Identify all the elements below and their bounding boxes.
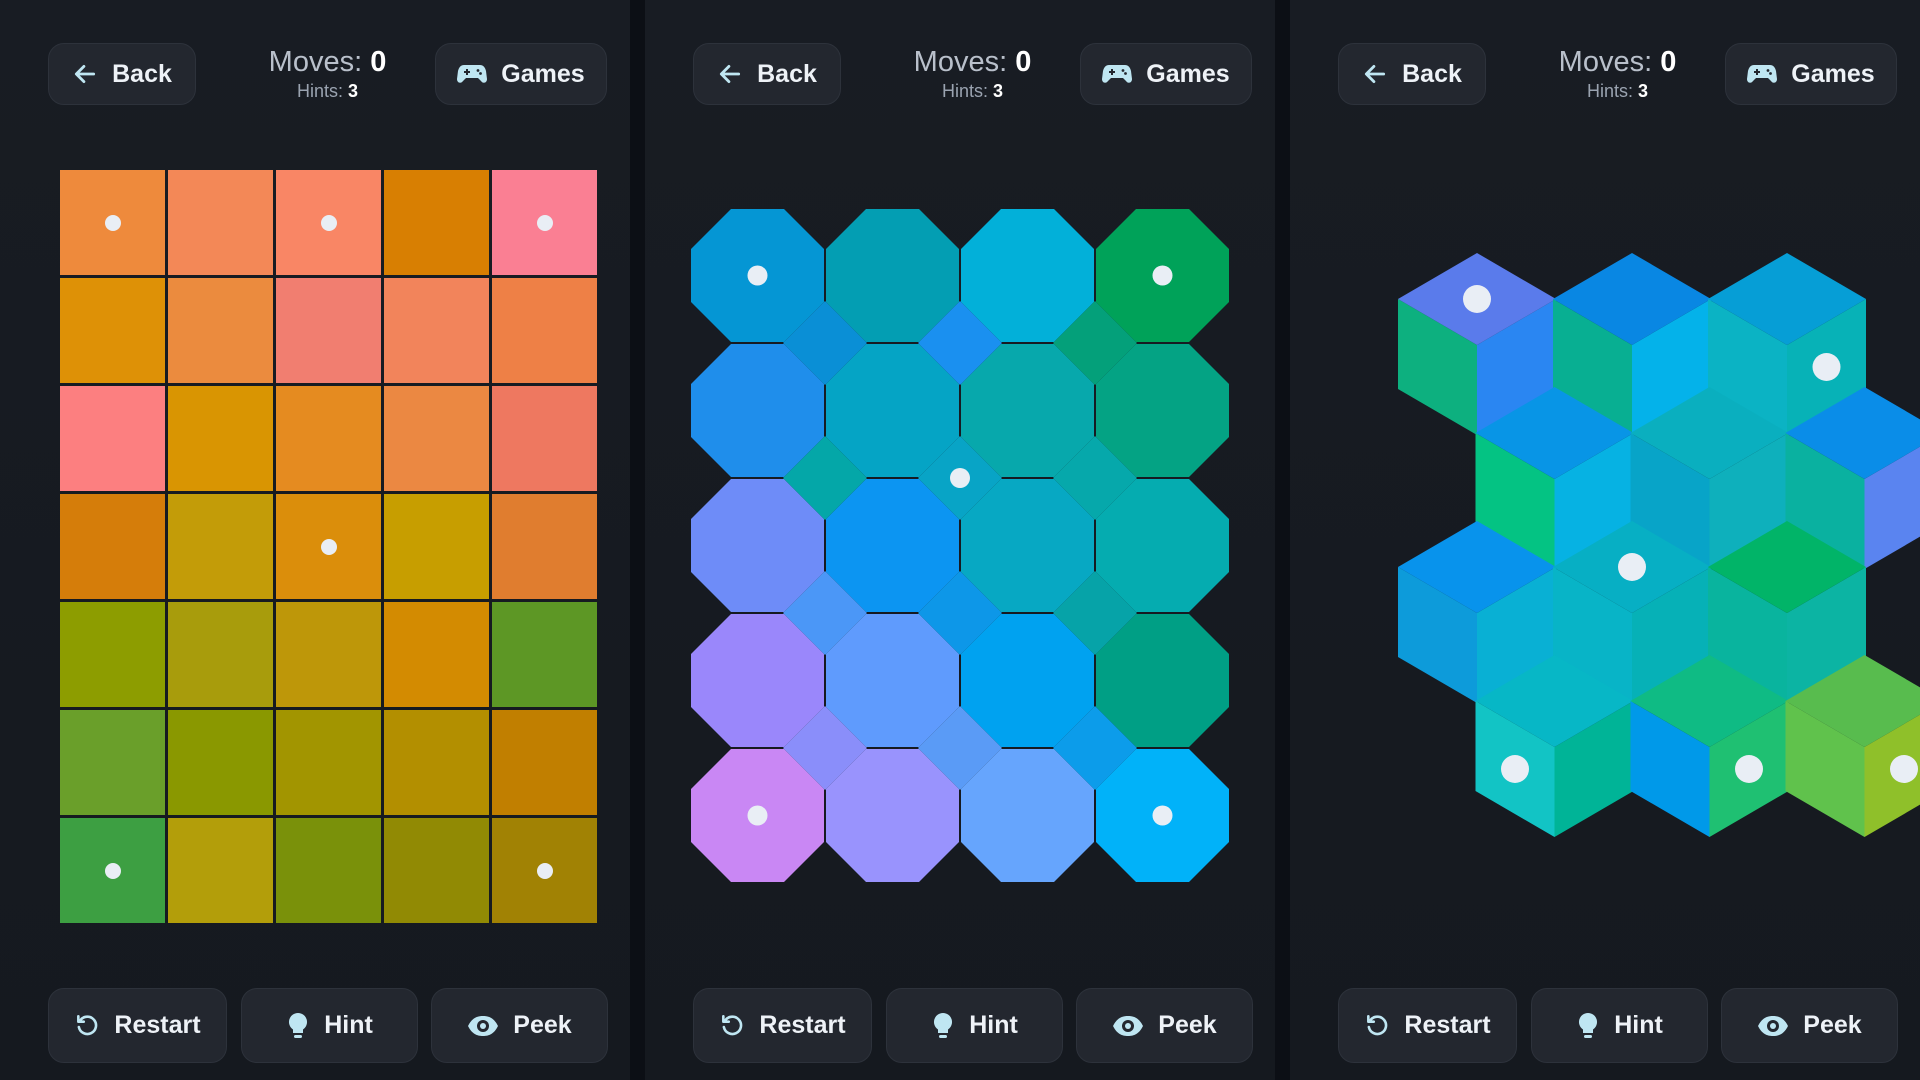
grid-tile[interactable]	[276, 818, 381, 923]
grid-tile[interactable]	[168, 386, 273, 491]
fixed-tile-dot	[1152, 805, 1173, 826]
fixed-tile-dot	[1152, 265, 1173, 286]
fixed-tile-dot	[1890, 755, 1918, 783]
grid-tile[interactable]	[60, 710, 165, 815]
hint-label: Hint	[969, 1011, 1018, 1039]
puzzle-board-octagon[interactable]	[645, 0, 1275, 980]
fixed-tile-dot	[1735, 755, 1763, 783]
fixed-tile-dot	[321, 215, 337, 231]
eye-icon	[468, 1015, 499, 1036]
grid-tile[interactable]	[492, 710, 597, 815]
fixed-tile-dot	[950, 468, 970, 488]
fixed-tile-dot	[747, 805, 768, 826]
fixed-tile-dot	[1463, 285, 1491, 313]
restart-label: Restart	[114, 1011, 201, 1039]
restart-label: Restart	[1404, 1011, 1491, 1039]
grid-tile[interactable]	[492, 278, 597, 383]
eye-icon	[1758, 1015, 1789, 1036]
grid-tile[interactable]	[276, 386, 381, 491]
restart-icon	[1367, 1014, 1388, 1035]
fixed-tile-dot	[537, 863, 553, 879]
lightbulb-icon	[934, 1012, 953, 1038]
peek-label: Peek	[513, 1011, 572, 1039]
grid-tile[interactable]	[60, 494, 165, 599]
grid-tile[interactable]	[276, 710, 381, 815]
grid-tile[interactable]	[492, 386, 597, 491]
grid-tile[interactable]	[384, 170, 489, 275]
grid-tile[interactable]	[168, 494, 273, 599]
grid-tile[interactable]	[60, 386, 165, 491]
restart-button[interactable]: Restart	[48, 988, 227, 1063]
lightbulb-icon	[1579, 1012, 1598, 1038]
grid-tile[interactable]	[492, 602, 597, 707]
grid-tile[interactable]	[168, 710, 273, 815]
peek-button[interactable]: Peek	[1076, 988, 1253, 1063]
peek-button[interactable]: Peek	[1721, 988, 1898, 1063]
hint-button[interactable]: Hint	[886, 988, 1063, 1063]
hint-label: Hint	[1614, 1011, 1663, 1039]
fixed-tile-dot	[1618, 553, 1646, 581]
peek-button[interactable]: Peek	[431, 988, 608, 1063]
grid-tile[interactable]	[384, 278, 489, 383]
grid-tile[interactable]	[384, 494, 489, 599]
restart-button[interactable]: Restart	[693, 988, 872, 1063]
restart-icon	[77, 1014, 98, 1035]
restart-button[interactable]: Restart	[1338, 988, 1517, 1063]
fixed-tile-dot	[105, 215, 121, 231]
fixed-tile-dot	[1812, 353, 1841, 381]
peek-label: Peek	[1803, 1011, 1862, 1039]
grid-tile[interactable]	[168, 818, 273, 923]
grid-tile[interactable]	[384, 710, 489, 815]
restart-label: Restart	[759, 1011, 846, 1039]
grid-tile[interactable]	[168, 602, 273, 707]
hint-button[interactable]: Hint	[1531, 988, 1708, 1063]
fixed-tile-dot	[537, 215, 553, 231]
grid-tile[interactable]	[384, 602, 489, 707]
game-panel-1: Back Moves: 0 Hints: 3 Games Restart Hin…	[0, 0, 630, 1080]
grid-tile[interactable]	[492, 494, 597, 599]
game-screens: Back Moves: 0 Hints: 3 Games Restart Hin…	[0, 0, 1920, 1080]
lightbulb-icon	[289, 1012, 308, 1038]
grid-tile[interactable]	[384, 386, 489, 491]
grid-tile[interactable]	[276, 278, 381, 383]
grid-tile[interactable]	[60, 602, 165, 707]
fixed-tile-dot	[1501, 755, 1529, 783]
grid-tile[interactable]	[384, 818, 489, 923]
fixed-tile-dot	[747, 265, 768, 286]
grid-tile[interactable]	[60, 278, 165, 383]
grid-tile[interactable]	[168, 278, 273, 383]
grid-tile[interactable]	[168, 170, 273, 275]
peek-label: Peek	[1158, 1011, 1217, 1039]
puzzle-board-cube[interactable]	[1290, 0, 1920, 980]
game-panel-2: Back Moves: 0 Hints: 3 Games Restart Hin…	[645, 0, 1275, 1080]
fixed-tile-dot	[321, 539, 337, 555]
hint-button[interactable]: Hint	[241, 988, 418, 1063]
puzzle-board-grid[interactable]	[0, 0, 630, 980]
eye-icon	[1113, 1015, 1144, 1036]
fixed-tile-dot	[105, 863, 121, 879]
hint-label: Hint	[324, 1011, 373, 1039]
grid-tile[interactable]	[276, 602, 381, 707]
game-panel-3: Back Moves: 0 Hints: 3 Games Restart Hin…	[1290, 0, 1920, 1080]
restart-icon	[722, 1014, 743, 1035]
